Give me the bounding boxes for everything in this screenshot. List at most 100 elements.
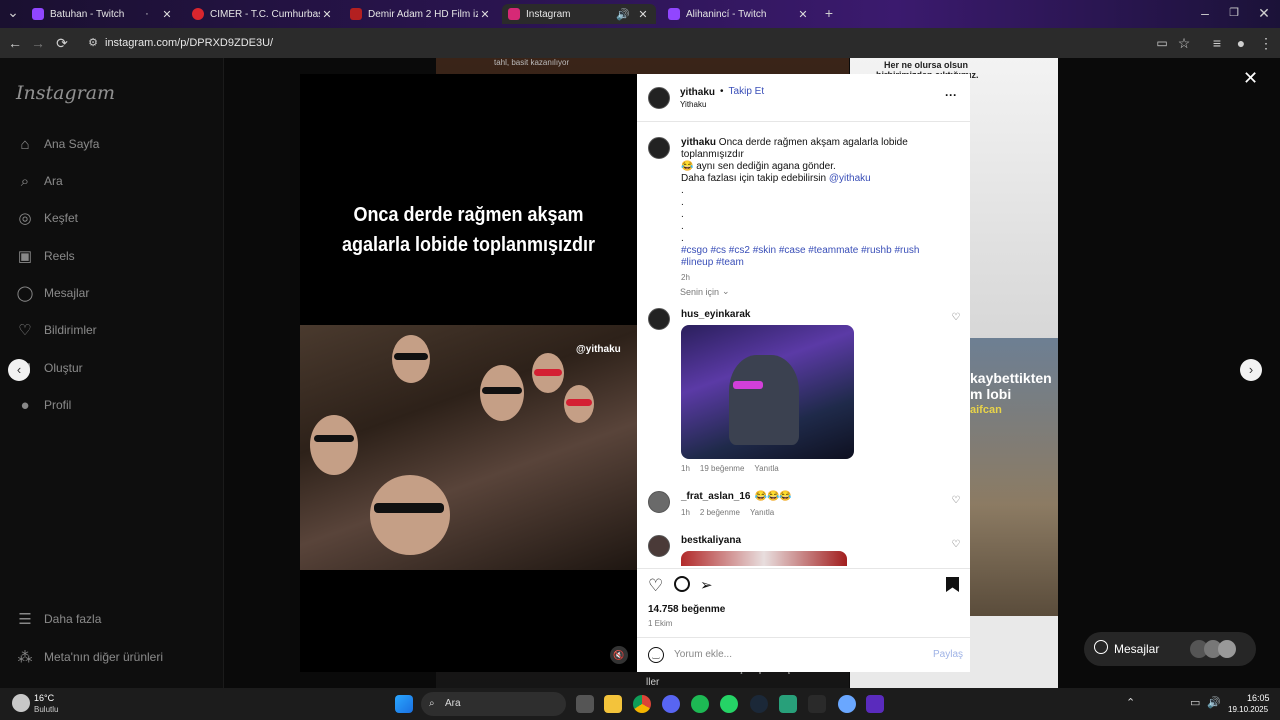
follow-button[interactable]: Takip Et: [729, 86, 765, 98]
close-icon[interactable]: ✕: [160, 8, 174, 21]
save-icon[interactable]: [946, 577, 959, 592]
comment-likes[interactable]: 19 beğenme: [700, 464, 744, 473]
sidebar-item-profile[interactable]: ● Profil: [16, 393, 71, 417]
like-comment-icon[interactable]: ♡: [950, 312, 962, 324]
steam-icon[interactable]: [750, 695, 768, 713]
sidebar-item-meta[interactable]: ⁂ Meta'nın diğer ürünleri: [16, 645, 164, 669]
next-post-icon[interactable]: ›: [1240, 359, 1262, 381]
weather-icon[interactable]: [12, 694, 30, 712]
close-icon[interactable]: ✕: [796, 8, 810, 21]
close-icon[interactable]: ✕: [320, 8, 334, 21]
close-window-icon[interactable]: ✕: [1255, 4, 1273, 22]
tab-2[interactable]: CİMER - T.C. Cumhurbaşkanlığı ✕: [186, 4, 340, 24]
tab-4-active[interactable]: Instagram 🔊 ✕: [502, 4, 656, 24]
tab-list-icon[interactable]: ⌄: [4, 3, 22, 21]
messenger-icon: ◯: [16, 285, 34, 302]
like-icon[interactable]: ♡: [648, 576, 663, 596]
emoji-icon[interactable]: ‿: [648, 647, 664, 663]
comment-image[interactable]: [681, 551, 847, 566]
comment-avatar[interactable]: [648, 491, 670, 513]
discord-icon[interactable]: [662, 695, 680, 713]
comment-username[interactable]: _frat_aslan_16: [681, 491, 751, 503]
minimize-icon[interactable]: –: [1196, 4, 1214, 22]
tray-chevron-icon[interactable]: ⌃: [1126, 696, 1135, 709]
file-explorer-icon[interactable]: [604, 695, 622, 713]
clock-time[interactable]: 16:05: [1247, 693, 1270, 703]
taskbar-search[interactable]: ⌕ Ara: [421, 692, 566, 716]
tab-1[interactable]: Batuhan - Twitch · ✕: [26, 4, 180, 24]
tab-5[interactable]: Alihanincí - Twitch ✕: [662, 4, 816, 24]
app-icon[interactable]: [779, 695, 797, 713]
back-icon[interactable]: ←: [6, 34, 24, 52]
tab-label: Demir Adam 2 HD Film izle: [368, 8, 478, 20]
reply-button[interactable]: Yanıtla: [750, 508, 774, 517]
app-icon[interactable]: [866, 695, 884, 713]
more-options-icon[interactable]: ···: [945, 88, 957, 102]
twitch-favicon-icon: [32, 8, 44, 20]
video-scene: [300, 325, 637, 570]
speaker-icon[interactable]: 🔊: [616, 8, 630, 21]
comment-icon[interactable]: [674, 576, 690, 592]
like-comment-icon[interactable]: ♡: [950, 495, 962, 507]
share-icon[interactable]: ➢: [700, 576, 713, 594]
network-icon[interactable]: ▭: [1190, 696, 1200, 709]
caption-avatar[interactable]: [648, 137, 670, 159]
tab-3[interactable]: Demir Adam 2 HD Film izle ✕: [344, 4, 498, 24]
comment-gif[interactable]: [681, 325, 854, 459]
sidebar-item-messages[interactable]: ◯ Mesajlar: [16, 281, 90, 305]
comment-username[interactable]: bestkaliyana: [681, 535, 741, 546]
previous-post-icon[interactable]: ‹: [8, 359, 30, 381]
reload-icon[interactable]: ⟳: [53, 34, 71, 52]
clock-date[interactable]: 19.10.2025: [1228, 705, 1268, 714]
menu-icon[interactable]: ⋮: [1257, 34, 1275, 52]
sidebar-item-home[interactable]: ⌂ Ana Sayfa: [16, 132, 99, 156]
close-icon[interactable]: ✕: [636, 8, 650, 21]
mention-link[interactable]: @yithaku: [829, 173, 871, 184]
red-mask: [534, 369, 562, 376]
profile-icon[interactable]: ●: [1232, 34, 1250, 52]
like-comment-icon[interactable]: ♡: [950, 539, 962, 551]
sidebar-item-notifications[interactable]: ♡ Bildirimler: [16, 318, 96, 342]
hashtags[interactable]: #lineup #team: [681, 257, 961, 269]
sidebar-item-explore[interactable]: ◎ Keşfet: [16, 206, 78, 230]
likes-count[interactable]: 14.758 beğenme: [648, 604, 725, 615]
address-bar[interactable]: instagram.com/p/DPRXD9ZDE3U/: [80, 33, 1190, 53]
app-icon[interactable]: [838, 695, 856, 713]
sidebar-item-more[interactable]: ☰ Daha fazla: [16, 607, 101, 631]
messages-pill[interactable]: Mesajlar: [1084, 632, 1256, 666]
mute-icon[interactable]: 🔇: [610, 646, 628, 664]
post-date: 1 Ekim: [648, 619, 673, 628]
reply-button[interactable]: Yanıtla: [754, 464, 778, 473]
caption-username[interactable]: yithaku: [681, 137, 716, 148]
comment-input[interactable]: Yorum ekle...: [674, 649, 732, 660]
epic-games-icon[interactable]: [808, 695, 826, 713]
spotify-icon[interactable]: [691, 695, 709, 713]
task-view-icon[interactable]: [576, 695, 594, 713]
chrome-icon[interactable]: [633, 695, 651, 713]
close-icon[interactable]: ✕: [478, 8, 492, 21]
author-avatar[interactable]: [648, 87, 670, 109]
post-video[interactable]: Onca derde rağmen akşam agalarla lobide …: [300, 74, 637, 672]
close-modal-icon[interactable]: ✕: [1243, 68, 1258, 89]
share-comment-button[interactable]: Paylaş: [933, 649, 963, 660]
sidebar-item-search[interactable]: ⌕ Ara: [16, 169, 63, 193]
maximize-icon[interactable]: ❐: [1225, 4, 1243, 22]
divider: [637, 637, 970, 638]
reading-list-icon[interactable]: ≡: [1208, 34, 1226, 52]
instagram-favicon-icon: [508, 8, 520, 20]
instagram-logo[interactable]: Instagram: [16, 82, 115, 104]
comment-likes[interactable]: 2 beğenme: [700, 508, 740, 517]
comment-username[interactable]: hus_eyinkarak: [681, 309, 751, 320]
weather-temp[interactable]: 16°C: [34, 693, 54, 703]
sort-dropdown[interactable]: Senin için ⌄: [680, 286, 730, 297]
comment-avatar[interactable]: [648, 535, 670, 557]
hashtags[interactable]: #csgo #cs #cs2 #skin #case #teammate #ru…: [681, 245, 961, 257]
new-tab-icon[interactable]: +: [820, 4, 838, 22]
sidebar-item-reels[interactable]: ▣ Reels: [16, 244, 75, 268]
volume-icon[interactable]: 🔊: [1207, 696, 1221, 709]
author-username[interactable]: yithaku: [680, 87, 715, 98]
comment-avatar[interactable]: [648, 308, 670, 330]
whatsapp-icon[interactable]: [720, 695, 738, 713]
forward-icon[interactable]: →: [29, 34, 47, 52]
windows-start-icon[interactable]: [395, 695, 413, 713]
